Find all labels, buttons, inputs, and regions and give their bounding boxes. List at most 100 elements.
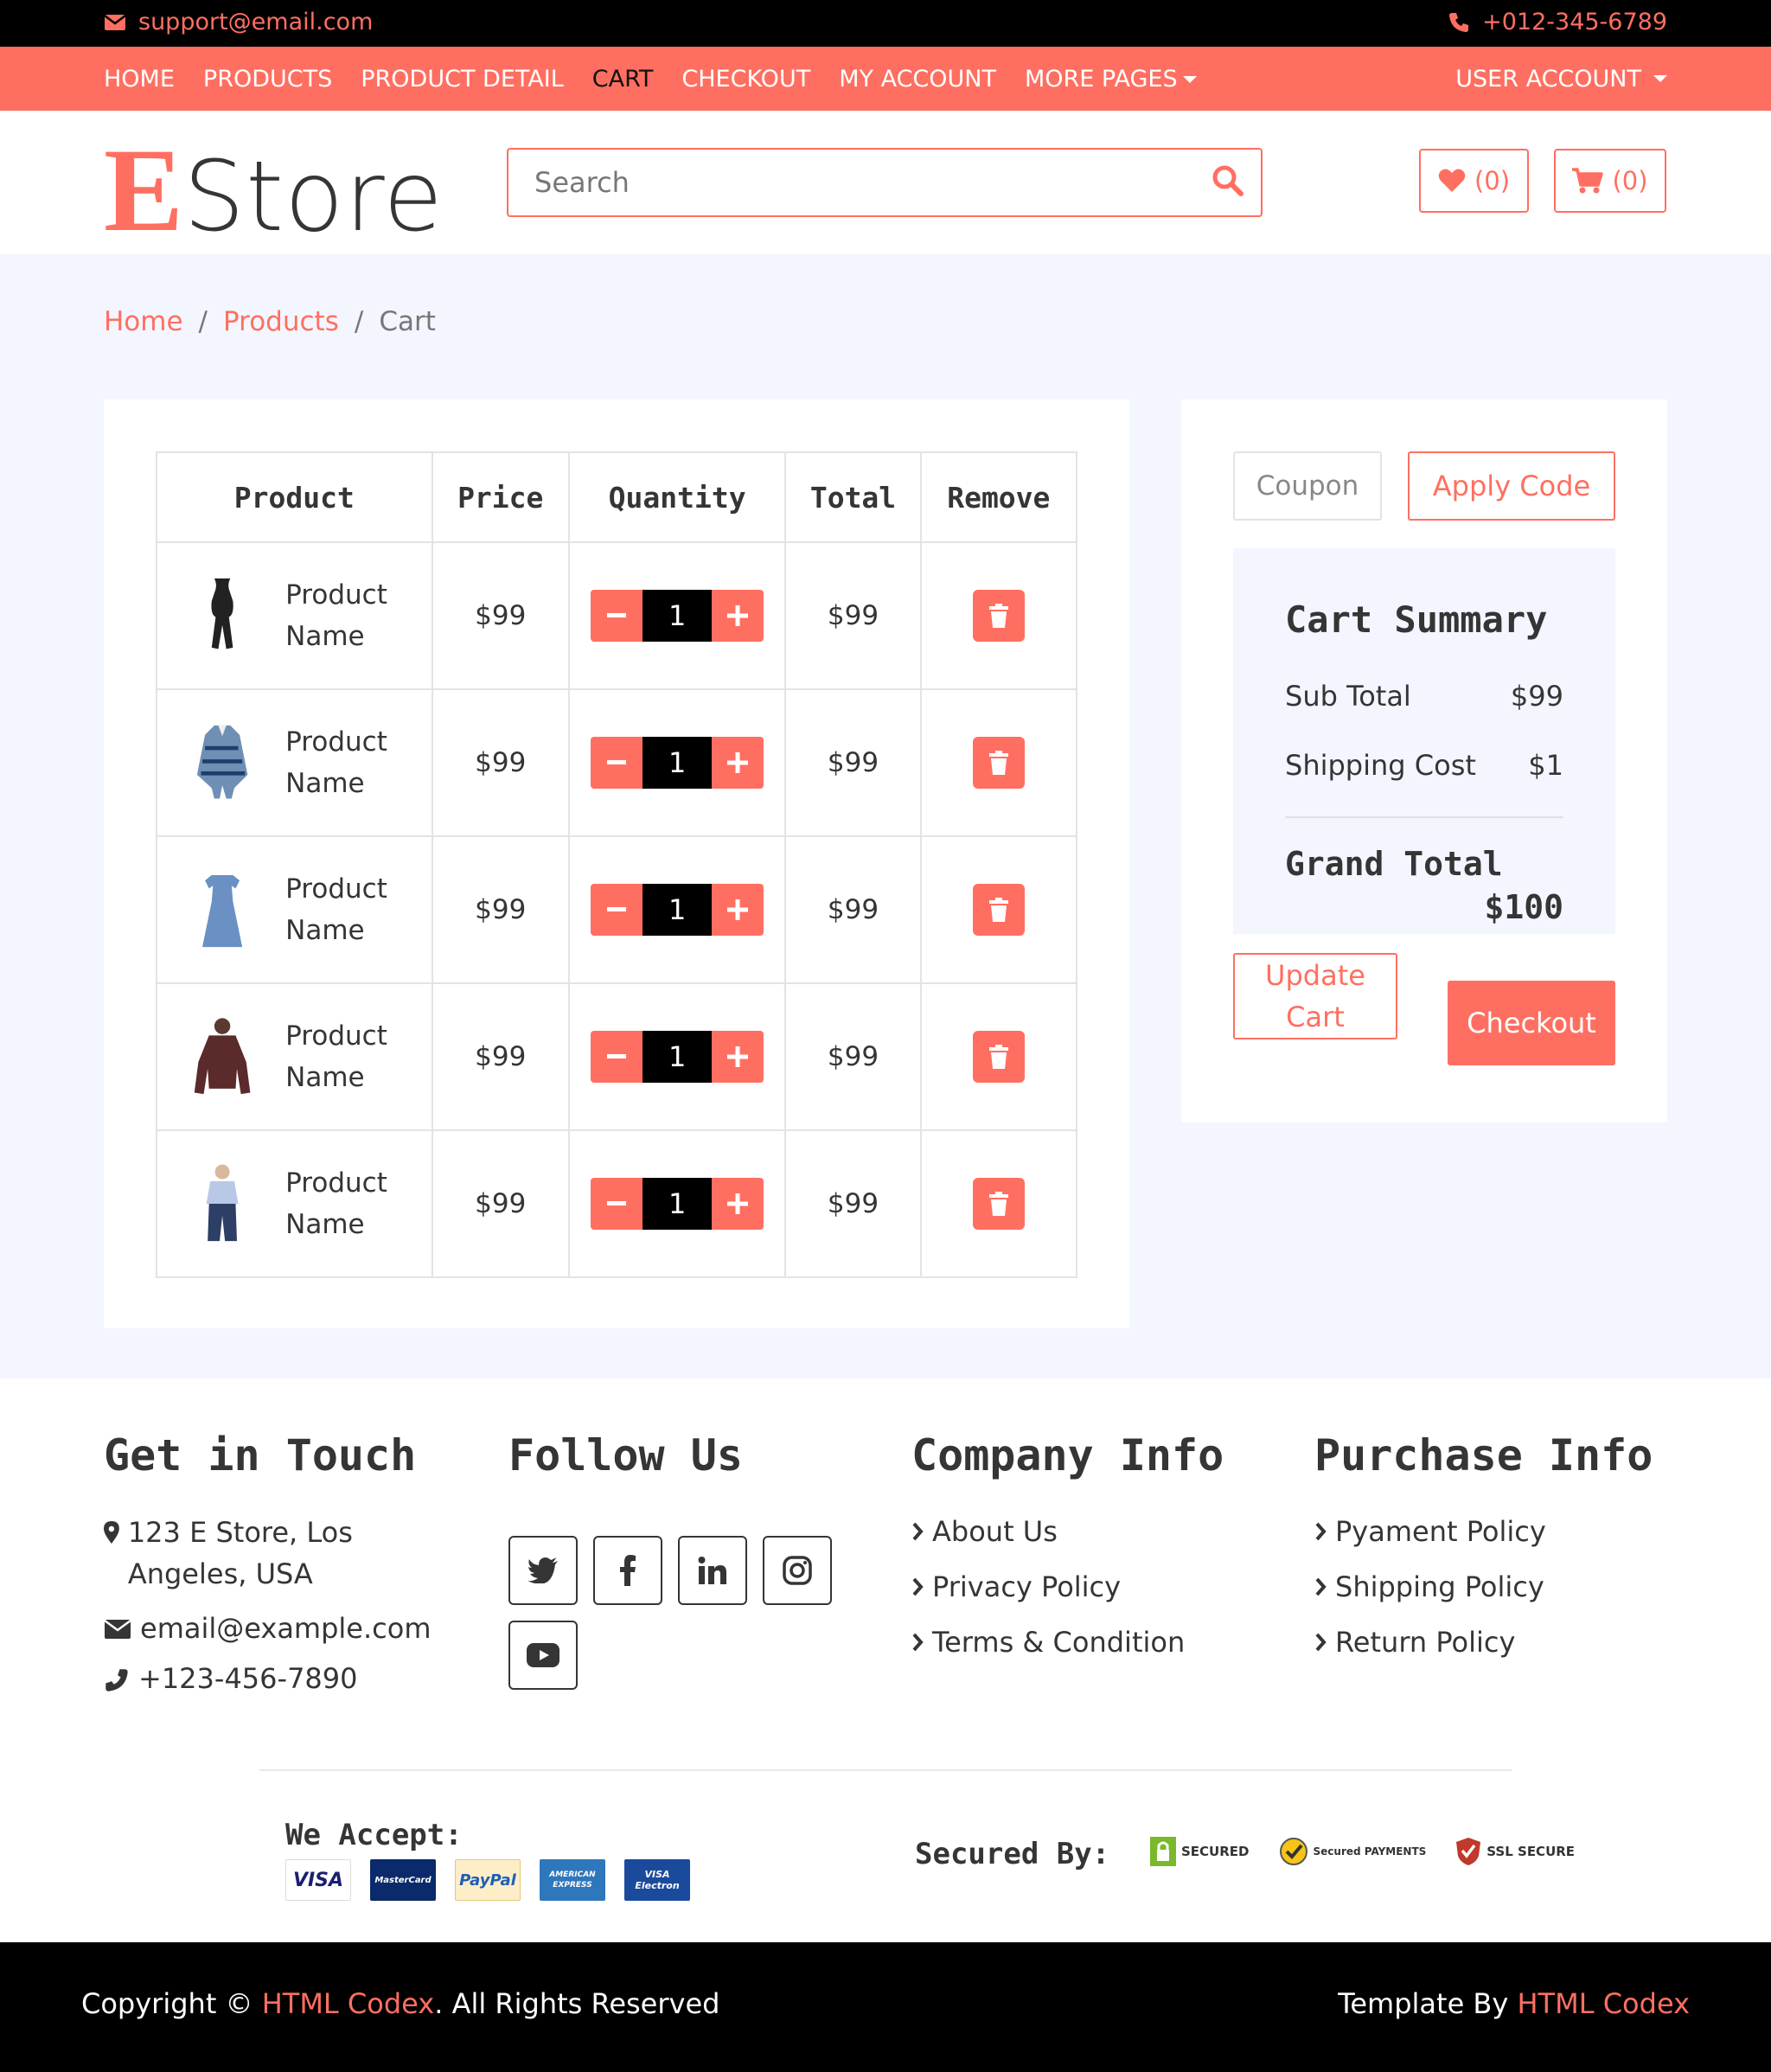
breadcrumb-products[interactable]: Products [223,306,339,337]
nav-checkout[interactable]: CHECKOUT [681,66,810,93]
caret-down-icon [1653,75,1667,82]
plus-icon [727,1193,749,1214]
nav-user-account[interactable]: USER ACCOUNT [1455,47,1667,111]
remove-button[interactable] [972,1178,1025,1230]
youtube-button[interactable] [508,1621,578,1690]
product-name[interactable]: Product Name [285,1015,431,1098]
quantity-plus-button[interactable] [712,1178,764,1230]
nav-home[interactable]: HOME [104,66,175,93]
search-input[interactable] [508,150,1183,215]
estore-logo[interactable]: E Store [104,121,444,256]
search-icon [1212,165,1244,196]
product-price: $99 [431,835,570,984]
remove-button[interactable] [972,1031,1025,1083]
security-seals: SECURED Secured PAYMENTS SSL SECURE [1150,1828,1575,1875]
remove-button[interactable] [972,884,1025,936]
shipping-label: Shipping Cost [1285,749,1476,782]
visa-card-logo: VISA [285,1859,351,1901]
amex-logo: AMERICAN EXPRESS [540,1859,605,1901]
facebook-button[interactable] [593,1536,662,1605]
linkedin-button[interactable] [678,1536,747,1605]
product-image[interactable] [185,856,260,963]
breadcrumb-home[interactable]: Home [104,306,183,337]
quantity-minus-button[interactable] [591,590,643,642]
product-image[interactable] [185,562,260,669]
twitter-button[interactable] [508,1536,578,1605]
footer-email[interactable]: email@example.com [104,1612,467,1645]
quantity-minus-button[interactable] [591,884,643,936]
minus-icon [607,760,627,764]
cart-page: Home / Products / Cart Product Price Qua… [0,254,1771,1378]
breadcrumb-current: Cart [379,306,436,337]
footer-link-privacy[interactable]: Privacy Policy [911,1570,1224,1603]
nav-my-account[interactable]: MY ACCOUNT [839,66,996,93]
quantity-minus-button[interactable] [591,737,643,789]
top-bar: support@email.com +012-345-6789 [0,0,1771,47]
apply-code-button[interactable]: Apply Code [1408,451,1615,521]
support-email[interactable]: support@email.com [104,9,373,35]
nav-more-pages[interactable]: MORE PAGES [1025,66,1197,93]
update-cart-button[interactable]: Update Cart [1233,953,1397,1039]
quantity-input[interactable]: 1 [643,737,713,789]
col-remove: Remove [919,451,1078,543]
quantity-plus-button[interactable] [712,1031,764,1083]
table-row: Product Name $99 1 $99 [156,835,1078,984]
nav-products[interactable]: PRODUCTS [203,66,332,93]
quantity-stepper: 1 [591,590,764,642]
template-brand-link[interactable]: HTML Codex [1517,1987,1690,2020]
chevron-right-icon [1315,1577,1327,1596]
footer-heading: Purchase Info [1314,1430,1653,1480]
product-price: $99 [431,688,570,837]
footer-company-info: Company Info About Us Privacy Policy Ter… [911,1430,1224,1659]
col-price: Price [431,451,570,543]
footer: Get in Touch 123 E Store, Los Angeles, U… [0,1378,1771,1942]
copyright-text: Copyright © HTML Codex. All Rights Reser… [81,1987,719,2020]
trash-icon [988,604,1008,628]
quantity-input[interactable]: 1 [643,590,713,642]
quantity-minus-button[interactable] [591,1031,643,1083]
product-name[interactable]: Product Name [285,868,431,951]
instagram-button[interactable] [763,1536,832,1605]
quantity-plus-button[interactable] [712,884,764,936]
quantity-input[interactable]: 1 [643,884,713,936]
footer-link-about[interactable]: About Us [911,1515,1224,1548]
remove-button[interactable] [972,590,1025,642]
footer-link-terms[interactable]: Terms & Condition [911,1626,1224,1659]
quantity-stepper: 1 [591,1031,764,1083]
product-name[interactable]: Product Name [285,574,431,657]
wishlist-button[interactable]: (0) [1419,149,1529,213]
footer-link-return[interactable]: Return Policy [1314,1626,1653,1659]
quantity-plus-button[interactable] [712,590,764,642]
product-name[interactable]: Product Name [285,1162,431,1245]
product-total: $99 [784,541,922,690]
breadcrumb-separator: / [354,306,364,337]
envelope-icon [104,1619,131,1639]
nav-product-detail[interactable]: PRODUCT DETAIL [361,66,564,93]
footer-link-shipping[interactable]: Shipping Policy [1314,1570,1653,1603]
shipping-value: $1 [1528,749,1563,782]
cart-button[interactable]: (0) [1554,149,1666,213]
quantity-minus-button[interactable] [591,1178,643,1230]
quantity-input[interactable]: 1 [643,1031,713,1083]
copyright-brand-link[interactable]: HTML Codex [262,1987,435,2020]
product-total: $99 [784,982,922,1131]
footer-link-payment[interactable]: Pyament Policy [1314,1515,1653,1548]
coupon-input[interactable]: Coupon [1233,451,1382,521]
support-phone[interactable]: +012-345-6789 [1448,9,1667,35]
checkout-button[interactable]: Checkout [1448,981,1615,1065]
quantity-plus-button[interactable] [712,737,764,789]
search-button[interactable] [1211,163,1249,201]
product-image[interactable] [185,1003,260,1110]
footer-link-label: About Us [932,1515,1058,1548]
footer-phone[interactable]: +123-456-7890 [104,1662,467,1695]
nav-cart[interactable]: CART [592,66,654,93]
product-image[interactable] [185,709,260,816]
quantity-input[interactable]: 1 [643,1178,713,1230]
chevron-right-icon [1315,1522,1327,1541]
facebook-icon [620,1555,636,1586]
remove-button[interactable] [972,737,1025,789]
product-name[interactable]: Product Name [285,721,431,804]
paypal-logo: PayPal [455,1859,521,1901]
table-row: Product Name $99 1 $99 [156,1129,1078,1278]
product-image[interactable] [185,1150,260,1257]
